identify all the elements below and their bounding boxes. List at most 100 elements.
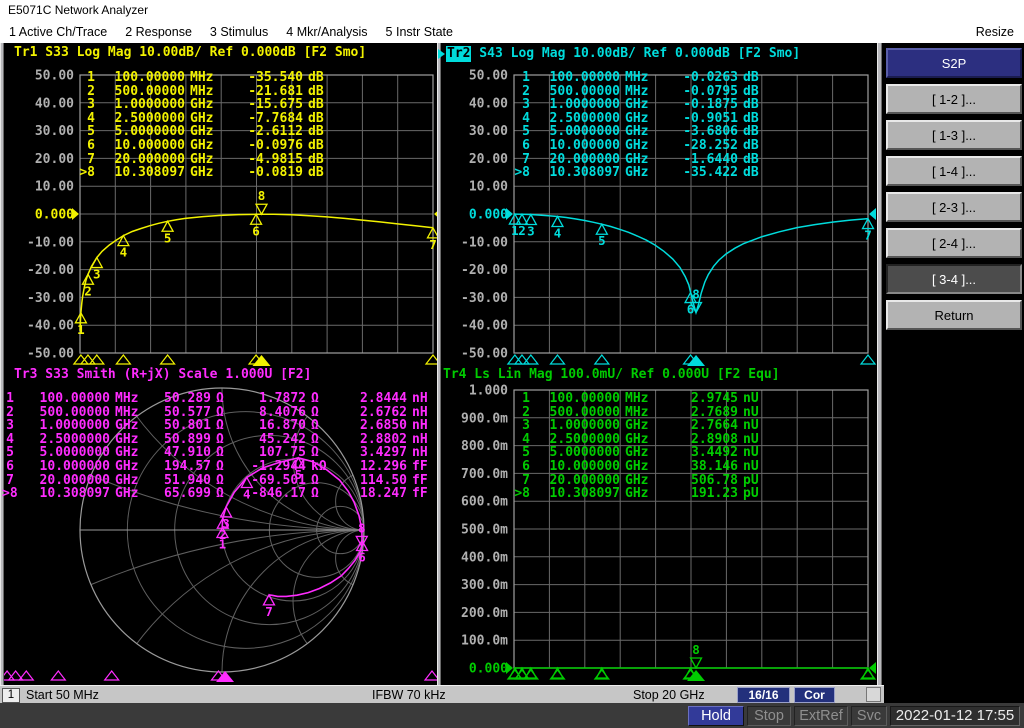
stimulus-marker [116,355,130,364]
softkey-return[interactable]: Return [886,300,1022,330]
marker-row: >810.308097GHz65.699Ω-846.17Ω18.247fF [2,487,438,501]
y-axis-label: -30.00 [27,291,74,306]
y-axis-label: 30.00 [35,124,74,139]
marker-row: 2500.00000MHz2.7689nU [510,406,769,420]
stimulus-marker [105,671,119,680]
menu-mkr-analysis[interactable]: 4 Mkr/Analysis [286,21,367,43]
marker-row: 2500.00000MHz-21.681dB [75,85,334,99]
y-axis-label: -50.00 [27,347,74,362]
softkey-3-4[interactable]: [ 3-4 ]... [886,264,1022,294]
pane-edge-right [877,43,882,685]
tr2-header[interactable]: Tr2 S43 Log Mag 10.00dB/ Ref 0.000dB [F2… [438,45,800,62]
tr1-marker-table: 1100.00000MHz-35.540dB2500.00000MHz-21.6… [75,71,334,180]
marker-number: 7 [864,228,872,243]
menu-instr-state[interactable]: 5 Instr State [386,21,453,43]
marker-number: 2 [518,223,526,238]
marker-row: 1100.00000MHz-0.0263dB [510,71,769,85]
y-axis-label: -20.00 [27,263,74,278]
marker-row: 31.0000000GHz-0.1875dB [510,98,769,112]
stimulus-marker [74,355,88,364]
y-axis-label: -10.00 [461,235,508,250]
marker-row: 42.5000000GHz-7.7684dB [75,112,334,126]
softkey-1-2[interactable]: [ 1-2 ]... [886,84,1022,114]
hold-indicator[interactable]: Hold [688,706,744,726]
e5071c-window: E5071C Network Analyzer 1 Active Ch/Trac… [0,0,1024,728]
window-title: E5071C Network Analyzer [0,0,1024,21]
marker-number: 5 [598,233,606,248]
marker-number: 7 [429,237,437,252]
marker-row: 42.5000000GHz2.8908nU [510,433,769,447]
y-axis-label: 1.000 [469,384,508,399]
marker-row: >810.308097GHz191.23pU [510,487,769,501]
marker-number: 6 [358,550,366,565]
marker-row: 55.0000000GHz-2.6112dB [75,125,334,139]
tr4-header[interactable]: Tr4 Ls Lin Mag 100.0mU/ Ref 0.000U [F2 E… [438,367,780,384]
marker-row: 31.0000000GHz-15.675dB [75,98,334,112]
y-axis-label: 0.000 [35,208,74,223]
y-axis-label: 800.0m [461,439,508,454]
marker-row: 720.000000GHz-4.9815dB [75,153,334,167]
stimulus-marker [161,355,175,364]
marker-row: 31.0000000GHz50.801Ω16.870Ω2.6850nH [2,419,438,433]
marker-number: 8 [258,188,266,203]
marker-number: 3 [527,224,535,239]
extref-indicator: ExtRef [794,706,848,726]
stop-indicator[interactable]: Stop [747,706,791,726]
softkey-2-3[interactable]: [ 2-3 ]... [886,192,1022,222]
marker-row: 31.0000000GHz2.7664nU [510,419,769,433]
stimulus-marker [550,355,564,364]
stimulus-marker [861,355,875,364]
y-axis-label: -20.00 [461,263,508,278]
marker-row: 55.0000000GHz47.910Ω107.75Ω3.4297nH [2,446,438,460]
y-axis-label: 10.00 [469,180,508,195]
stimulus-marker [508,355,522,364]
marker-row: 1100.00000MHz50.289Ω1.7872Ω2.8444nH [2,392,438,406]
tr3-header[interactable]: Tr3 S33 Smith (R+jX) Scale 1.000U [F2] [0,367,311,384]
marker-row: 42.5000000GHz50.899Ω45.242Ω2.8802nH [2,433,438,447]
y-axis-label: 30.00 [469,124,508,139]
stimulus-marker [51,671,65,680]
marker-row: 720.000000GHz-1.6440dB [510,153,769,167]
y-axis-label: 400.0m [461,550,508,565]
marker-row: >810.308097GHz-35.422dB [510,166,769,180]
marker-number: 6 [252,223,260,238]
instrument-status-bar: Hold Stop ExtRef Svc 2022-01-12 17:55 [0,703,1024,728]
y-axis-label: -10.00 [27,235,74,250]
marker-row: 1100.00000MHz-35.540dB [75,71,334,85]
y-axis-label: 40.00 [469,96,508,111]
y-axis-label: 20.00 [469,152,508,167]
softkey-1-4[interactable]: [ 1-4 ]... [886,156,1022,186]
y-axis-label: 50.00 [35,69,74,84]
channel-number: 1 [2,688,20,703]
y-axis-label: 900.0m [461,411,508,426]
stop-frequency: Stop 20 GHz [633,687,705,703]
y-axis-label: 50.00 [469,69,508,84]
marker-row: >810.308097GHz-0.0819dB [75,166,334,180]
marker-row: 55.0000000GHz3.4492nU [510,446,769,460]
softkey-2-4[interactable]: [ 2-4 ]... [886,228,1022,258]
tr3-marker-table: 1100.00000MHz50.289Ω1.7872Ω2.8444nH2500.… [2,392,438,501]
softkey-s2p[interactable]: S2P [886,48,1022,78]
y-axis-label: 600.0m [461,495,508,510]
tr1-header[interactable]: Tr1 S33 Log Mag 10.00dB/ Ref 0.000dB [F2… [0,45,366,62]
channel-status-bar: 1 Start 50 MHz IFBW 70 kHz Stop 20 GHz 1… [0,685,884,703]
menu-resize[interactable]: Resize [976,21,1014,43]
y-axis-label: -40.00 [461,319,508,334]
menu-response[interactable]: 2 Response [125,21,192,43]
menu-stimulus[interactable]: 3 Stimulus [210,21,268,43]
marker-number: 2 [84,283,92,298]
marker-number: 8 [692,286,700,301]
stimulus-marker [595,355,609,364]
menu-active-ch-trace[interactable]: 1 Active Ch/Trace [9,21,107,43]
y-axis-label: 300.0m [461,578,508,593]
start-frequency: Start 50 MHz [26,687,99,703]
y-axis-label: 0.000 [469,208,508,223]
y-axis-label: -50.00 [461,347,508,362]
marker-symbol-active [691,658,702,668]
softkey-1-3[interactable]: [ 1-3 ]... [886,120,1022,150]
marker-number: 5 [164,230,172,245]
points-count: 16/16 [737,687,790,703]
y-axis-label: 0.000 [469,662,508,677]
ref-level-arrow-left [72,208,79,220]
marker-row: 55.0000000GHz-3.6806dB [510,125,769,139]
